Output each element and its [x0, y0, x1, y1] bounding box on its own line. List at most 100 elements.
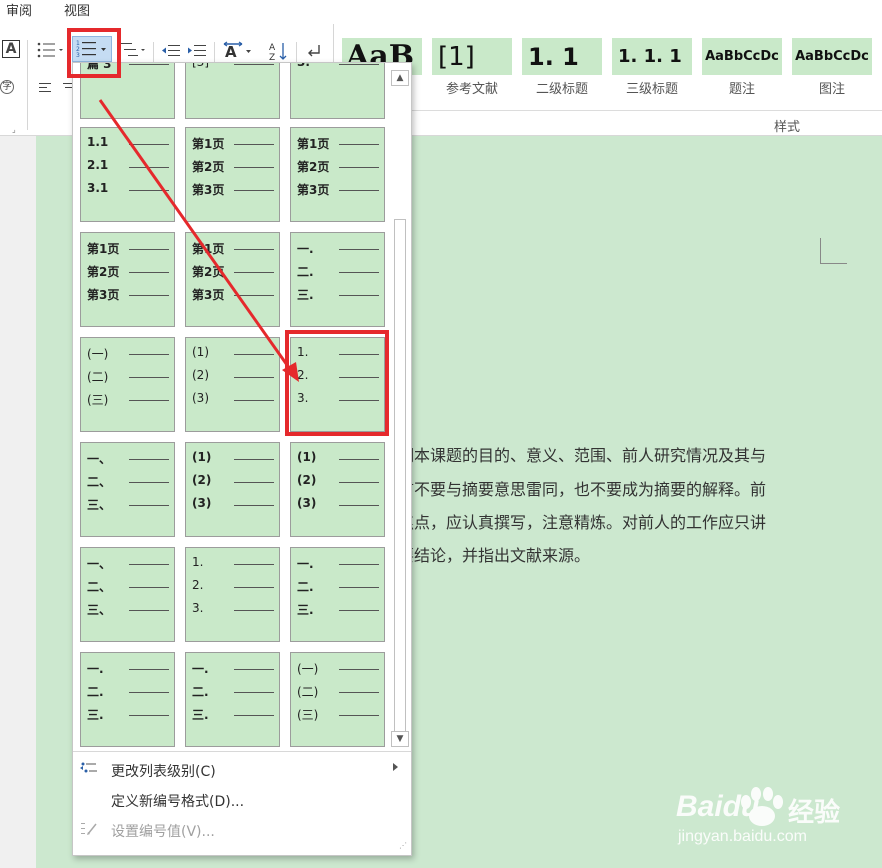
numbering-format-line — [339, 482, 379, 483]
numbering-format-line — [339, 610, 379, 611]
numbering-format-line — [129, 587, 169, 588]
numbering-format-label: 3. — [297, 62, 310, 69]
numbering-format-tile[interactable]: 1. 2. 3. — [185, 547, 280, 642]
style-figure-note[interactable]: AaBbCcDc — [792, 38, 872, 75]
numbering-format-label: 1.1 — [87, 135, 109, 149]
numbering-format-tile[interactable]: (1) (2) (3) — [185, 337, 280, 432]
numbering-format-line — [339, 64, 379, 65]
numbering-format-line — [129, 190, 169, 191]
numbering-format-line — [129, 144, 169, 145]
menu-review[interactable]: 审阅 — [6, 0, 32, 19]
numbering-format-label: 二. — [192, 685, 209, 699]
ribbon-separator — [153, 42, 154, 62]
numbering-format-line — [234, 610, 274, 611]
numbering-format-tile[interactable]: 第1页 第2页 第3页 — [290, 127, 385, 222]
align-center-button[interactable] — [62, 80, 72, 96]
numbering-format-label: 二、 — [87, 580, 112, 594]
show-marks-button[interactable] — [304, 40, 324, 62]
highlight-selected-format — [285, 330, 389, 436]
numbering-format-tile[interactable]: 2.3. — [290, 62, 385, 119]
numbering-format-label: 第2页 — [192, 160, 225, 174]
numbering-format-tile[interactable]: (一) (二) (三) — [290, 652, 385, 747]
numbering-format-line — [129, 482, 169, 483]
highlight-numbering-button — [67, 28, 121, 78]
numbering-format-line — [339, 669, 379, 670]
numbering-format-label: 三. — [297, 288, 314, 302]
align-left-button[interactable] — [38, 80, 54, 96]
numbering-format-line — [234, 249, 274, 250]
align-center-icon — [63, 83, 72, 88]
scroll-up-button[interactable]: ▲ — [391, 70, 409, 86]
numbering-format-label: (2) — [297, 473, 317, 487]
numbering-format-label: 第1页 — [87, 242, 120, 256]
resize-grip-icon[interactable]: ⋰ — [399, 841, 407, 850]
document-text-line: 明本课题的目的、意义、范围、前人研究情况及其与 — [398, 446, 767, 465]
sort-button[interactable]: A Z — [268, 40, 290, 63]
styles-divider — [338, 110, 882, 111]
numbering-format-tile[interactable]: [2][3] — [185, 62, 280, 119]
numbering-format-label: [3] — [192, 62, 209, 69]
style-references[interactable]: [1] — [432, 38, 512, 75]
styles-gallery: AaB [1] 参考文献 1. 1 二级标题 1. 1. 1 三级标题 AaBb… — [338, 18, 882, 136]
scroll-down-button[interactable]: ▼ — [391, 731, 409, 747]
numbering-format-tile[interactable]: 第1页 第2页 第3页 — [185, 232, 280, 327]
numbering-format-label: 三. — [192, 708, 209, 722]
set-numbering-value-label: 设置编号值(V)... — [111, 824, 215, 840]
numbering-format-label: (1) — [297, 450, 317, 464]
numbering-format-line — [339, 692, 379, 693]
decrease-indent-button[interactable] — [160, 42, 182, 60]
style-caption[interactable]: AaBbCcDc — [702, 38, 782, 75]
change-level-icon — [80, 762, 97, 773]
numbering-format-tile[interactable]: 一. 二. 三. — [80, 652, 175, 747]
numbering-format-label: (3) — [192, 391, 209, 405]
numbering-format-tile[interactable]: 一. 二. 三. — [185, 652, 280, 747]
chinese-layout-button[interactable]: A — [222, 40, 254, 62]
numbering-format-line — [339, 144, 379, 145]
numbering-format-label: 第1页 — [192, 242, 225, 256]
numbering-format-line — [234, 482, 274, 483]
numbering-format-tile[interactable]: 一、 二、 三、 — [80, 547, 175, 642]
numbering-format-label: (三) — [297, 708, 319, 722]
crop-mark — [821, 263, 847, 264]
numbering-format-label: 一. — [87, 662, 104, 676]
styles-group-label: 样式 — [773, 120, 800, 135]
font-style-icon[interactable]: A — [2, 40, 20, 58]
style-heading2[interactable]: 1. 1 — [522, 38, 602, 75]
change-list-level-item[interactable]: 更改列表级别(C) — [73, 757, 411, 781]
increase-indent-button[interactable] — [186, 42, 208, 60]
numbering-library-dropdown[interactable]: [2]篇 3[2][3]2.3.1.12.13.1第1页第2页第3页第1页第2页… — [72, 62, 412, 856]
numbering-format-label: 二. — [87, 685, 104, 699]
multilevel-list-button[interactable] — [118, 40, 148, 62]
numbering-format-line — [129, 505, 169, 506]
numbering-format-label: (2) — [192, 473, 212, 487]
numbering-format-tile[interactable]: (1) (2) (3) — [185, 442, 280, 537]
numbering-format-tile[interactable]: 一. 二. 三. — [290, 232, 385, 327]
numbering-format-tile[interactable]: 一、 二、 三、 — [80, 442, 175, 537]
numbering-format-line — [234, 144, 274, 145]
menu-view[interactable]: 视图 — [64, 0, 90, 19]
numbering-format-tile[interactable]: 一. 二. 三. — [290, 547, 385, 642]
style-heading3[interactable]: 1. 1. 1 — [612, 38, 692, 75]
numbering-format-tile[interactable]: (一) (二) (三) — [80, 337, 175, 432]
numbering-format-line — [129, 272, 169, 273]
numbering-format-label: 第2页 — [297, 160, 330, 174]
numbering-format-tile[interactable]: 第1页 第2页 第3页 — [80, 232, 175, 327]
phonetic-guide-icon[interactable]: 字 — [0, 80, 14, 94]
numbering-format-line — [129, 692, 169, 693]
numbering-format-tile[interactable]: (1) (2) (3) — [290, 442, 385, 537]
numbering-format-label: 第1页 — [297, 137, 330, 151]
define-number-format-item[interactable]: 定义新编号格式(D)... — [73, 787, 411, 811]
numbering-format-tile[interactable]: 1.1 2.1 3.1 — [80, 127, 175, 222]
baidu-watermark: Baidu 经验 jingyan.baidu.com — [676, 782, 856, 852]
bullets-button[interactable] — [36, 40, 66, 62]
scroll-thumb[interactable] — [394, 219, 406, 734]
numbering-format-label: 第3页 — [192, 288, 225, 302]
numbering-format-line — [129, 400, 169, 401]
numbering-format-tile[interactable]: 第1页 第2页 第3页 — [185, 127, 280, 222]
numbering-format-line — [129, 459, 169, 460]
numbering-format-line — [234, 295, 274, 296]
numbering-format-label: (一) — [297, 662, 319, 676]
numbering-format-line — [234, 669, 274, 670]
numbering-format-label: 第2页 — [87, 265, 120, 279]
numbering-format-line — [234, 505, 274, 506]
